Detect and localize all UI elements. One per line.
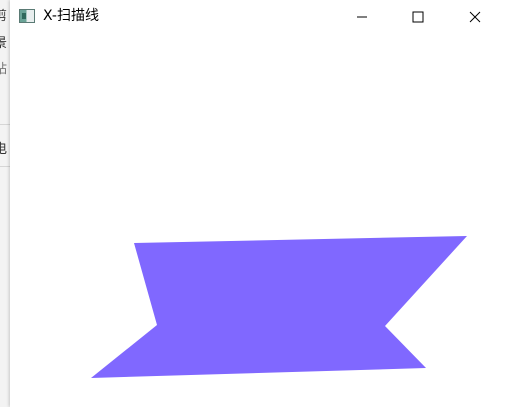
title-bar[interactable]: X-扫描线 [10, 0, 507, 33]
window-title: X-扫描线 [43, 8, 99, 24]
app-window-icon[interactable] [19, 9, 35, 23]
close-button[interactable] [452, 0, 498, 33]
minimize-icon [357, 16, 367, 18]
maximize-icon [412, 11, 424, 23]
maximize-button[interactable] [395, 0, 441, 33]
close-icon [469, 11, 481, 23]
scanline-filled-polygon [91, 236, 467, 378]
app-window: X-扫描线 [10, 0, 507, 407]
minimize-button[interactable] [339, 0, 385, 33]
canvas-surface [91, 236, 467, 378]
drawing-canvas[interactable] [10, 33, 507, 407]
